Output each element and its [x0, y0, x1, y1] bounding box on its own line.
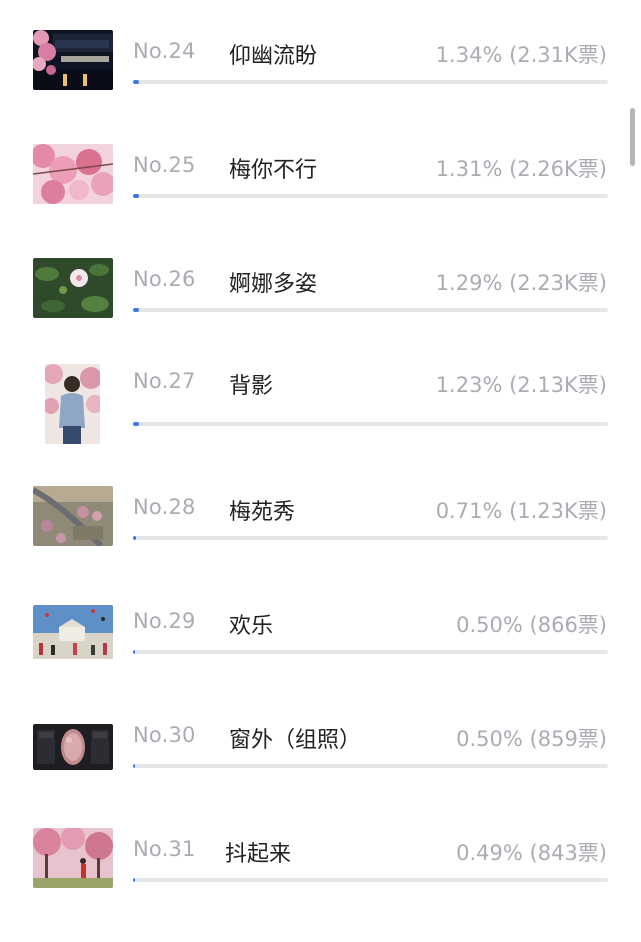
- ranking-row[interactable]: No.27 背影 1.23% (2.13K票): [0, 364, 641, 478]
- ranking-row[interactable]: No.31 抖起来 0.49% (843票): [0, 828, 641, 942]
- vote-progress-bar: [133, 308, 608, 312]
- ranking-row[interactable]: No.25 梅你不行 1.31% (2.26K票): [0, 144, 641, 258]
- ranking-row[interactable]: No.30 窗外（组照） 0.50% (859票): [0, 714, 641, 828]
- vote-progress-fill: [133, 308, 140, 312]
- entry-title[interactable]: 欢乐: [229, 608, 273, 640]
- vote-share: 0.50% (866票): [456, 613, 607, 637]
- entry-title[interactable]: 仰幽流盼: [229, 38, 317, 70]
- entry-title[interactable]: 梅苑秀: [229, 494, 295, 526]
- entry-title[interactable]: 婀娜多姿: [229, 266, 317, 298]
- ranking-row[interactable]: No.29 欢乐 0.50% (866票): [0, 600, 641, 714]
- entry-title[interactable]: 窗外（组照）: [229, 722, 361, 754]
- ranking-row[interactable]: No.24 仰幽流盼 1.34% (2.31K票): [0, 30, 641, 144]
- vote-progress-fill: [133, 422, 139, 426]
- rank-label: No.29: [133, 609, 196, 633]
- kites-crowd-photo[interactable]: [33, 605, 113, 659]
- scrollbar[interactable]: [630, 108, 635, 166]
- vote-progress-bar: [133, 764, 608, 768]
- vote-progress-fill: [133, 80, 140, 84]
- vote-progress-bar: [133, 422, 608, 426]
- ranking-list: No.24 仰幽流盼 1.34% (2.31K票) No.25 梅你不行 1.3…: [0, 0, 641, 918]
- girl-back-photo[interactable]: [45, 364, 100, 444]
- vote-progress-fill: [133, 650, 136, 654]
- rank-label: No.31: [133, 837, 196, 861]
- vote-share: 0.71% (1.23K票): [435, 499, 607, 523]
- vote-progress-bar: [133, 878, 608, 882]
- vote-progress-fill: [133, 764, 136, 768]
- vote-progress-fill: [133, 194, 140, 198]
- ranking-row[interactable]: No.26 婀娜多姿 1.29% (2.23K票): [0, 258, 641, 372]
- rank-label: No.28: [133, 495, 196, 519]
- rank-label: No.26: [133, 267, 196, 291]
- vote-share: 1.34% (2.31K票): [435, 43, 607, 67]
- vote-progress-bar: [133, 194, 608, 198]
- vote-progress-bar: [133, 650, 608, 654]
- vote-progress-fill: [133, 878, 136, 882]
- night-gate-photo[interactable]: [33, 30, 113, 90]
- rank-label: No.25: [133, 153, 196, 177]
- pink-blossom-photo[interactable]: [33, 144, 113, 204]
- entry-title[interactable]: 背影: [229, 368, 273, 400]
- vote-progress-bar: [133, 80, 608, 84]
- vote-share: 0.49% (843票): [456, 841, 607, 865]
- vote-share: 1.31% (2.26K票): [435, 157, 607, 181]
- vote-share: 1.29% (2.23K票): [435, 271, 607, 295]
- ranking-row[interactable]: No.28 梅苑秀 0.71% (1.23K票): [0, 486, 641, 600]
- single-flower-photo[interactable]: [33, 258, 113, 318]
- entry-title[interactable]: 抖起来: [225, 836, 291, 868]
- vote-share: 0.50% (859票): [456, 727, 607, 751]
- window-frame-photo[interactable]: [33, 724, 113, 770]
- rank-label: No.27: [133, 369, 196, 393]
- plum-orchard-photo[interactable]: [33, 828, 113, 888]
- rank-label: No.24: [133, 39, 196, 63]
- vote-progress-fill: [133, 536, 137, 540]
- vote-progress-bar: [133, 536, 608, 540]
- rank-label: No.30: [133, 723, 196, 747]
- vote-share: 1.23% (2.13K票): [435, 373, 607, 397]
- aerial-garden-photo[interactable]: [33, 486, 113, 546]
- entry-title[interactable]: 梅你不行: [229, 152, 317, 184]
